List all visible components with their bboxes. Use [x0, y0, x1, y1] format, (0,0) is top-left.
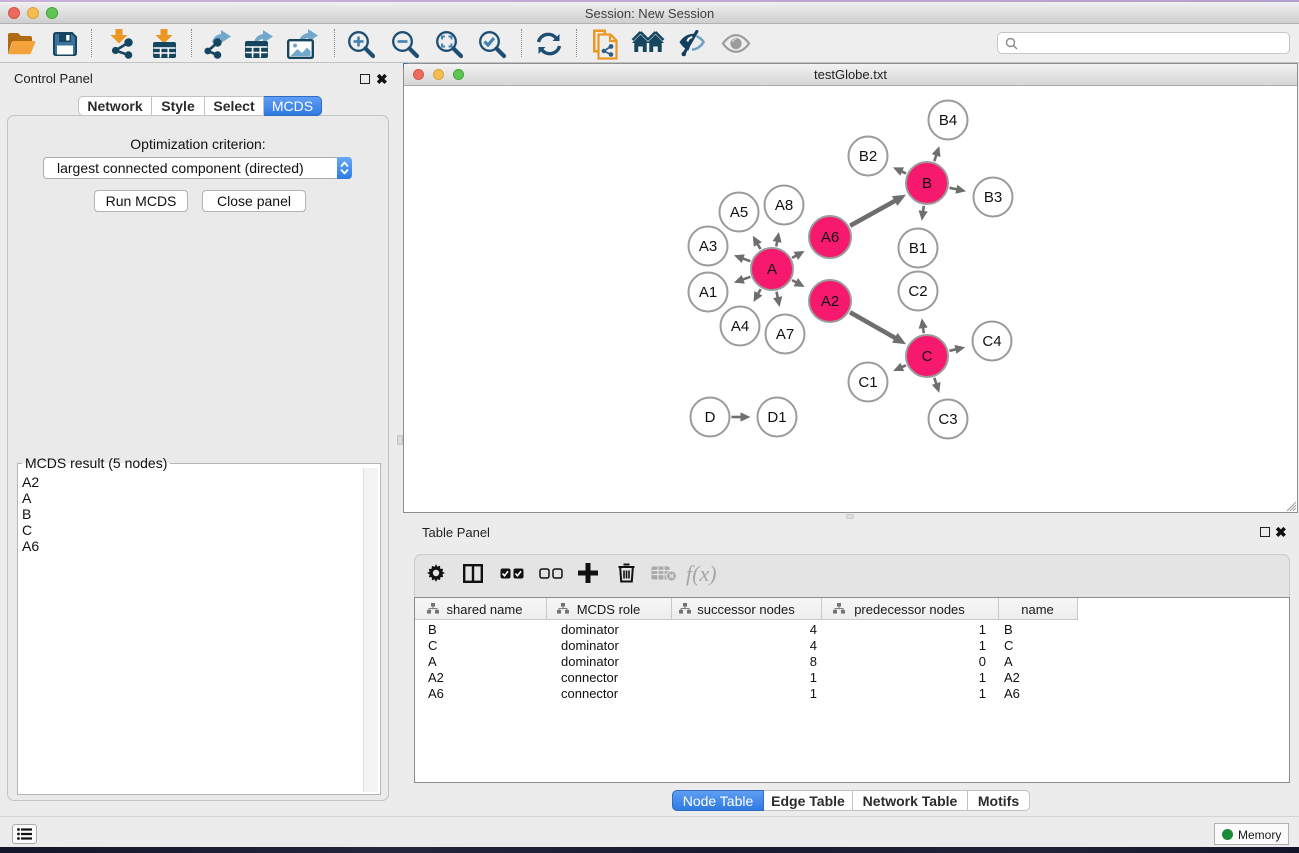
svg-text:A8: A8: [775, 197, 793, 214]
svg-text:A5: A5: [730, 204, 748, 221]
svg-text:A6: A6: [821, 229, 839, 246]
svg-text:B3: B3: [984, 189, 1002, 206]
svg-text:D1: D1: [767, 409, 786, 426]
svg-text:A1: A1: [699, 284, 717, 301]
svg-text:A4: A4: [731, 318, 749, 335]
svg-text:A: A: [767, 261, 777, 278]
svg-text:C: C: [922, 348, 933, 365]
svg-text:B: B: [922, 175, 932, 192]
svg-text:B4: B4: [939, 112, 957, 129]
svg-text:C2: C2: [908, 283, 927, 300]
svg-text:C4: C4: [982, 333, 1001, 350]
svg-text:C1: C1: [858, 374, 877, 391]
svg-text:C3: C3: [938, 411, 957, 428]
svg-text:B2: B2: [859, 148, 877, 165]
svg-text:B1: B1: [909, 240, 927, 257]
svg-text:D: D: [705, 409, 716, 426]
svg-text:A3: A3: [699, 238, 717, 255]
svg-text:A2: A2: [821, 293, 839, 310]
svg-text:A7: A7: [776, 326, 794, 343]
